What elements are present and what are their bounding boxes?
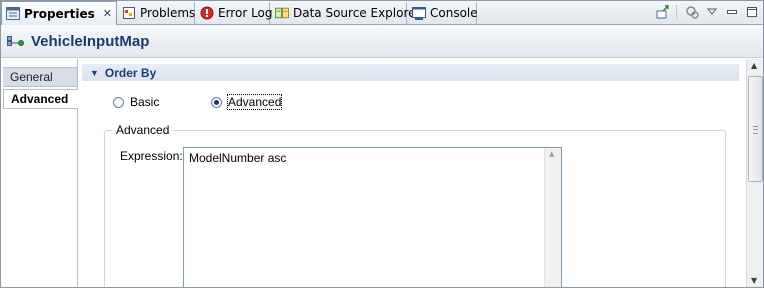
textarea-scrollbar[interactable]: ▲ [544, 148, 561, 287]
scrollbar-thumb[interactable] [748, 76, 763, 182]
radio-button-advanced[interactable] [211, 96, 222, 108]
expression-value: ModelNumber asc [189, 151, 287, 165]
tab-label: Error Log [218, 6, 273, 20]
data-source-explorer-icon [275, 6, 289, 20]
expand-triangle-icon[interactable]: ▼ [90, 68, 99, 78]
radio-label-advanced: Advanced [226, 94, 283, 110]
expression-label: Expression: [120, 149, 183, 163]
maximize-icon[interactable] [745, 5, 759, 19]
console-icon [412, 6, 426, 20]
tab-data-source-explorer[interactable]: Data Source Explorer [271, 2, 420, 24]
tab-console[interactable]: Console [408, 2, 478, 24]
properties-view: Properties ✕ Problems Error Log Data Sou… [0, 0, 764, 288]
scroll-down-arrow-icon[interactable]: ▼ [751, 276, 757, 285]
scroll-up-arrow-icon[interactable]: ▲ [549, 150, 554, 158]
tab-label: Console [430, 6, 478, 20]
tab-problems[interactable]: Problems [118, 2, 195, 24]
section-title: Order By [104, 65, 157, 80]
property-tab-advanced[interactable]: Advanced [3, 89, 78, 109]
property-tab-general[interactable]: General [3, 67, 77, 87]
tab-properties[interactable]: Properties ✕ [1, 1, 117, 25]
property-tabs: General Advanced [1, 59, 78, 287]
radio-label-basic: Basic [130, 95, 160, 109]
tab-label: Properties [24, 6, 95, 21]
view-menu-icon[interactable] [705, 5, 719, 19]
tab-label: Problems [140, 6, 196, 20]
problems-icon [122, 6, 136, 20]
page-title: VehicleInputMap [31, 32, 150, 50]
input-map-icon [7, 34, 25, 49]
radio-advanced[interactable]: Advanced [211, 94, 283, 110]
vertical-scrollbar[interactable]: ▲ ▼ [746, 59, 763, 287]
close-icon[interactable]: ✕ [103, 7, 112, 20]
tab-label: Data Source Explorer [293, 6, 421, 20]
radio-basic[interactable]: Basic [113, 95, 159, 109]
error-log-icon [200, 6, 214, 20]
grip-icon [753, 126, 758, 134]
pin-icon[interactable] [656, 5, 670, 19]
scroll-up-arrow-icon[interactable]: ▲ [751, 61, 757, 70]
properties-title-bar: VehicleInputMap [1, 25, 763, 58]
view-toolbar [656, 3, 759, 21]
separator-icon [676, 5, 679, 19]
property-page: ▼ Order By Basic Advanced Advanced Expre… [78, 59, 746, 287]
section-order-by[interactable]: ▼ Order By [82, 64, 739, 81]
sync-icon[interactable] [685, 5, 699, 19]
tab-error-log[interactable]: Error Log [196, 2, 273, 24]
expression-textarea[interactable]: ModelNumber asc ▲ [183, 147, 562, 287]
view-tab-bar: Properties ✕ Problems Error Log Data Sou… [1, 1, 763, 25]
radio-button-basic[interactable] [113, 96, 124, 108]
group-legend: Advanced [112, 123, 174, 137]
minimize-icon[interactable] [725, 5, 739, 19]
properties-icon [6, 7, 20, 21]
